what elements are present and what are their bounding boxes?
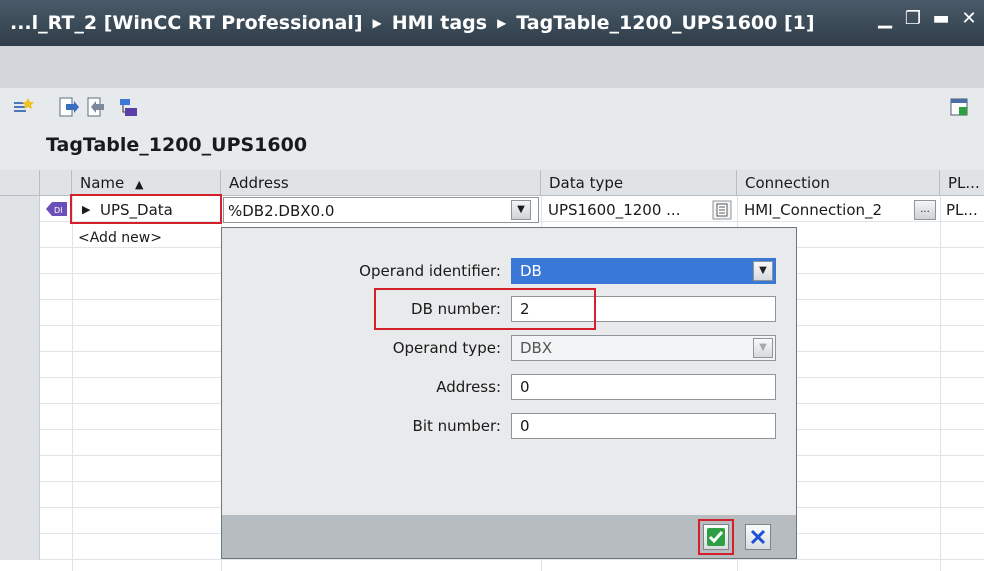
breadcrumb-project[interactable]: ...l_RT_2 [WinCC RT Professional]: [10, 12, 363, 34]
maximize-icon[interactable]: ▬: [932, 10, 950, 28]
row-header: [0, 378, 40, 404]
breadcrumb-separator-icon: ▶: [372, 16, 382, 30]
row-header: [0, 248, 40, 274]
operand-identifier-label: Operand identifier:: [359, 262, 501, 280]
tag-properties-icon[interactable]: [117, 96, 139, 118]
row-header[interactable]: [0, 196, 40, 222]
chevron-down-icon: ▼: [753, 338, 773, 358]
add-new-row[interactable]: <Add new>: [78, 225, 218, 251]
row-header: [0, 430, 40, 456]
cancel-button[interactable]: [745, 524, 771, 550]
address-offset-input[interactable]: 0: [511, 374, 776, 400]
column-header-address[interactable]: Address: [221, 170, 541, 196]
column-header-connection[interactable]: Connection: [737, 170, 940, 196]
column-header-name-label: Name: [80, 174, 125, 192]
address-dropdown-button[interactable]: ▼: [511, 200, 531, 220]
hmi-tag-icon: DI: [46, 199, 68, 219]
column-header-data-type[interactable]: Data type: [541, 170, 737, 196]
connection-browse-button[interactable]: ...: [914, 200, 936, 220]
table-title: TagTable_1200_UPS1600: [46, 134, 308, 156]
svg-text:DI: DI: [54, 206, 63, 215]
tab-strip: [0, 46, 984, 88]
bit-number-input[interactable]: 0: [511, 413, 776, 439]
row-header: [0, 300, 40, 326]
float-window-icon[interactable]: ❐: [904, 10, 922, 28]
column-header-name[interactable]: Name ▲: [72, 170, 221, 196]
window-layout-icon[interactable]: [948, 96, 970, 118]
operand-type-select: DBX ▼: [511, 335, 776, 361]
import-icon[interactable]: [84, 96, 106, 118]
title-bar: ...l_RT_2 [WinCC RT Professional] ▶ HMI …: [0, 0, 984, 46]
row-header: [0, 274, 40, 300]
breadcrumb-hmi-tags[interactable]: HMI tags: [392, 12, 487, 34]
row-header: [0, 482, 40, 508]
window-controls: ▁ ❐ ▬ ✕: [876, 10, 978, 28]
add-tag-icon[interactable]: [12, 96, 34, 118]
operand-identifier-value: DB: [520, 262, 542, 280]
sort-ascending-icon: ▲: [135, 178, 144, 191]
data-type-browse-icon[interactable]: [712, 200, 732, 220]
address-label: Address:: [436, 378, 501, 396]
plc-cell[interactable]: PL...: [946, 197, 982, 223]
row-header[interactable]: [0, 222, 40, 248]
breadcrumb-separator-icon: ▶: [497, 16, 507, 30]
close-icon[interactable]: ✕: [960, 10, 978, 28]
chevron-down-icon[interactable]: ▼: [753, 261, 773, 281]
breadcrumb-tag-table: TagTable_1200_UPS1600 [1]: [516, 12, 815, 34]
cancel-x-icon: [750, 529, 766, 545]
row-header: [0, 352, 40, 378]
header-rowhead: [0, 170, 40, 196]
operand-type-value: DBX: [520, 339, 553, 357]
minimize-icon[interactable]: ▁: [876, 10, 894, 28]
bit-number-label: Bit number:: [412, 417, 501, 435]
table-header-row: Name ▲ Address Data type Connection PL..…: [0, 170, 984, 196]
header-icon-col: [40, 170, 72, 196]
connection-cell[interactable]: HMI_Connection_2: [744, 197, 912, 223]
highlight-db-number-box: [374, 288, 596, 330]
highlight-name-box: [70, 194, 222, 224]
row-header: [0, 404, 40, 430]
data-type-cell[interactable]: UPS1600_1200 ...: [548, 197, 708, 223]
address-dialog: Operand identifier: DB ▼ DB number: 2 Op…: [221, 227, 797, 559]
export-icon[interactable]: [58, 96, 80, 118]
highlight-confirm-box: [698, 519, 734, 555]
operand-type-label: Operand type:: [392, 339, 501, 357]
toolbar: [0, 88, 984, 130]
row-header: [0, 456, 40, 482]
address-input[interactable]: %DB2.DBX0.0: [223, 197, 539, 223]
column-header-plc[interactable]: PL...: [940, 170, 984, 196]
row-header: [0, 508, 40, 534]
row-header: [0, 326, 40, 352]
operand-identifier-select[interactable]: DB ▼: [511, 258, 776, 284]
row-header: [0, 534, 40, 560]
